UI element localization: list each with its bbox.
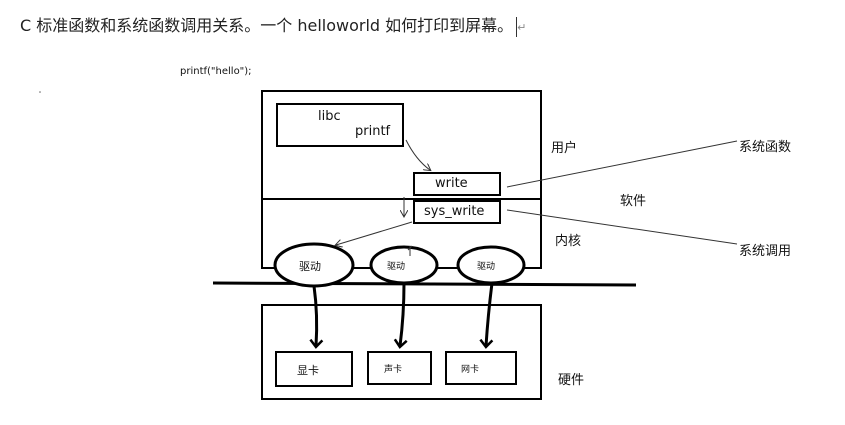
libc-title: libc	[318, 109, 341, 124]
code-label: printf("hello");	[180, 66, 252, 77]
syswrite-to-driver-arrow	[336, 221, 413, 245]
driver-to-gpu-arrow	[309, 285, 324, 349]
hardware-boundary-line	[212, 281, 637, 287]
driver-label-1: 驱动	[299, 260, 321, 273]
region-kernel: 内核	[555, 234, 582, 249]
label-syscall-function: 系统函数	[739, 140, 792, 155]
printf-to-write-arrow	[405, 139, 430, 170]
nic-box	[445, 351, 517, 385]
region-hardware: 硬件	[558, 373, 585, 388]
driver-to-soundcard-arrow	[393, 282, 408, 349]
hardware-gpu: 显卡	[297, 364, 319, 377]
region-user: 用户	[551, 141, 578, 156]
label-syscall: 系统调用	[739, 244, 792, 259]
hardware-nic: 网卡	[461, 365, 480, 375]
call-flow-diagram	[39, 90, 738, 400]
driver-label-2: 驱动	[387, 262, 406, 272]
region-software: 软件	[620, 194, 647, 209]
hardware-soundcard: 声卡	[384, 365, 403, 375]
stray-dot	[39, 91, 41, 93]
sys-write-label: sys_write	[424, 204, 485, 219]
write-label: write	[435, 176, 468, 191]
driver-to-nic-arrow	[479, 282, 494, 349]
driver-label-3: 驱动	[477, 262, 496, 272]
libc-printf: printf	[355, 124, 391, 139]
